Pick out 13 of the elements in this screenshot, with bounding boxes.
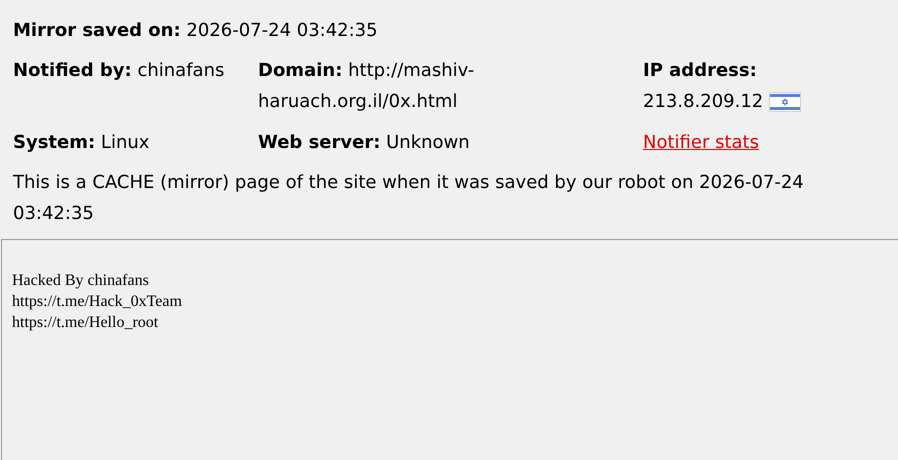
detail-text: System: Linux <box>13 132 150 153</box>
frame-text-line: https://t.me/Hack_0xTeam <box>12 292 183 312</box>
detail-text: Web server: Unknown <box>258 132 470 153</box>
mirror-date: Mirror saved on: 2026-07-24 03:42:35 <box>13 19 379 43</box>
detail-text: Notified by: chinafans <box>13 60 224 81</box>
cache-notice: This is a CACHE (mirror) page of the site when it was saved by our robot on 2026-07-24 03:42:35 <box>13 171 805 226</box>
frame-text-line: Hacked By chinafans <box>12 271 150 291</box>
flag-icon <box>769 92 802 112</box>
ip-label: IP address: <box>643 59 758 83</box>
frame-text-line: https://t.me/Hello_root <box>12 313 160 333</box>
ip-value: 213.8.209.12 <box>643 91 764 112</box>
detail-text: Domain: http://mashiv-haruach.org.il/0x.html <box>258 60 474 112</box>
notifier-stats-link[interactable]: Notifier stats <box>643 132 759 153</box>
